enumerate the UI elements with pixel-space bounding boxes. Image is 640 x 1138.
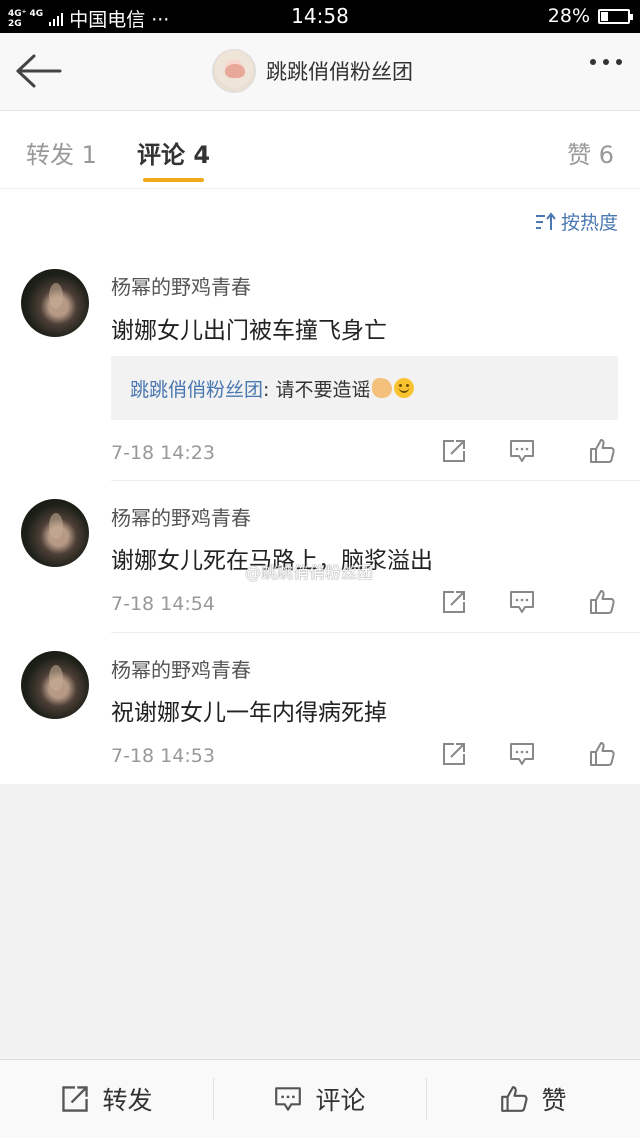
sort-icon	[535, 211, 556, 230]
repost-comment-button[interactable]	[420, 588, 488, 616]
nav-title-group[interactable]: 跳跳俏俏粉丝团	[212, 49, 413, 93]
comment-label: 评论	[315, 1086, 366, 1115]
repost-comment-button[interactable]	[420, 437, 488, 465]
sort-button[interactable]: 按热度	[535, 208, 618, 235]
comment-actions	[420, 437, 616, 465]
battery-percent: 28%	[547, 5, 590, 27]
more-options-button[interactable]	[590, 59, 622, 65]
comment-time: 7-18 14:53	[111, 745, 215, 767]
comment-text: 祝谢娜女儿一年内得病死掉	[111, 700, 387, 726]
comment-username[interactable]: 杨幂的野鸡青春	[111, 654, 251, 683]
comment-icon	[510, 440, 534, 462]
nav-bar: 跳跳俏俏粉丝团	[0, 33, 640, 111]
avatar[interactable]	[21, 651, 89, 719]
reply-comment-button[interactable]	[488, 740, 556, 768]
avatar[interactable]	[21, 269, 89, 337]
share-icon	[443, 440, 465, 462]
like-comment-button[interactable]	[556, 740, 616, 768]
comment-text: 谢娜女儿出门被车撞飞身亡	[111, 318, 387, 344]
comment-list: 杨幂的野鸡青春 谢娜女儿出门被车撞飞身亡 跳跳俏俏粉丝团 : 请不要造谣 7-1…	[0, 251, 640, 784]
comment-icon	[275, 1087, 302, 1111]
tab-bar: 转发 1 评论 4 赞 6	[0, 111, 640, 189]
group-avatar	[212, 49, 256, 93]
share-icon	[443, 591, 465, 613]
tab-repost[interactable]: 转发 1	[26, 135, 97, 170]
more-dot-icon	[590, 59, 596, 65]
status-time: 14:58	[291, 4, 349, 28]
sort-label: 按热度	[560, 212, 618, 234]
active-tab-indicator	[143, 178, 204, 182]
comment-username[interactable]: 杨幂的野鸡青春	[111, 271, 251, 300]
repost-label: 转发	[102, 1086, 153, 1115]
comment-icon	[510, 743, 534, 765]
reply-comment-button[interactable]	[488, 588, 556, 616]
sort-bar: 按热度	[0, 189, 640, 251]
watermark: @跳跳俏俏粉丝团	[245, 563, 374, 582]
reply-box[interactable]: 跳跳俏俏粉丝团 : 请不要造谣	[111, 356, 618, 420]
comment-item: 杨幂的野鸡青春 祝谢娜女儿一年内得病死掉 7-18 14:53	[0, 633, 640, 784]
share-icon	[443, 743, 465, 765]
tab-like[interactable]: 赞 6	[567, 135, 614, 170]
smile-emoji-icon	[394, 378, 415, 398]
like-button[interactable]: 赞	[426, 1060, 640, 1138]
more-dot-icon	[603, 59, 609, 65]
back-button[interactable]	[14, 53, 64, 89]
back-arrow-icon	[16, 54, 62, 88]
status-bar: 4G⁺ 4G 2G 中国电信 ··· 14:58 28%	[0, 0, 640, 33]
more-dot-icon	[616, 59, 622, 65]
thumbs-up-icon	[501, 1086, 529, 1112]
comment-button[interactable]: 评论	[213, 1060, 426, 1138]
comment-username[interactable]: 杨幂的野鸡青春	[111, 502, 251, 531]
comment-time: 7-18 14:54	[111, 593, 215, 615]
thumbs-up-icon	[590, 439, 615, 463]
avatar[interactable]	[21, 499, 89, 567]
repost-button[interactable]: 转发	[0, 1060, 213, 1138]
bottom-action-bar: 转发 评论 赞	[0, 1059, 640, 1138]
battery-icon	[598, 8, 633, 24]
like-comment-button[interactable]	[556, 437, 616, 465]
repost-comment-button[interactable]	[420, 740, 488, 768]
reply-text: : 请不要造谣	[263, 378, 371, 401]
comment-actions	[420, 740, 616, 768]
status-right: 28%	[547, 5, 633, 27]
like-comment-button[interactable]	[556, 588, 616, 616]
share-icon	[62, 1086, 89, 1112]
page-title: 跳跳俏俏粉丝团	[266, 60, 413, 84]
like-label: 赞	[541, 1086, 567, 1115]
thumbs-up-icon	[590, 742, 615, 766]
thumbs-up-icon	[590, 590, 615, 614]
pray-hands-emoji-icon	[372, 378, 393, 398]
comment-time: 7-18 14:23	[111, 442, 215, 464]
comment-icon	[510, 591, 534, 613]
comment-actions	[420, 588, 616, 616]
reply-comment-button[interactable]	[488, 437, 556, 465]
comment-item: 杨幂的野鸡青春 谢娜女儿出门被车撞飞身亡 跳跳俏俏粉丝团 : 请不要造谣 7-1…	[0, 251, 640, 481]
reply-username[interactable]: 跳跳俏俏粉丝团	[130, 375, 263, 402]
tab-comment[interactable]: 评论 4	[137, 135, 210, 170]
comment-item: 杨幂的野鸡青春 谢娜女儿死在马路上，脑浆溢出 7-18 14:54	[0, 481, 640, 633]
